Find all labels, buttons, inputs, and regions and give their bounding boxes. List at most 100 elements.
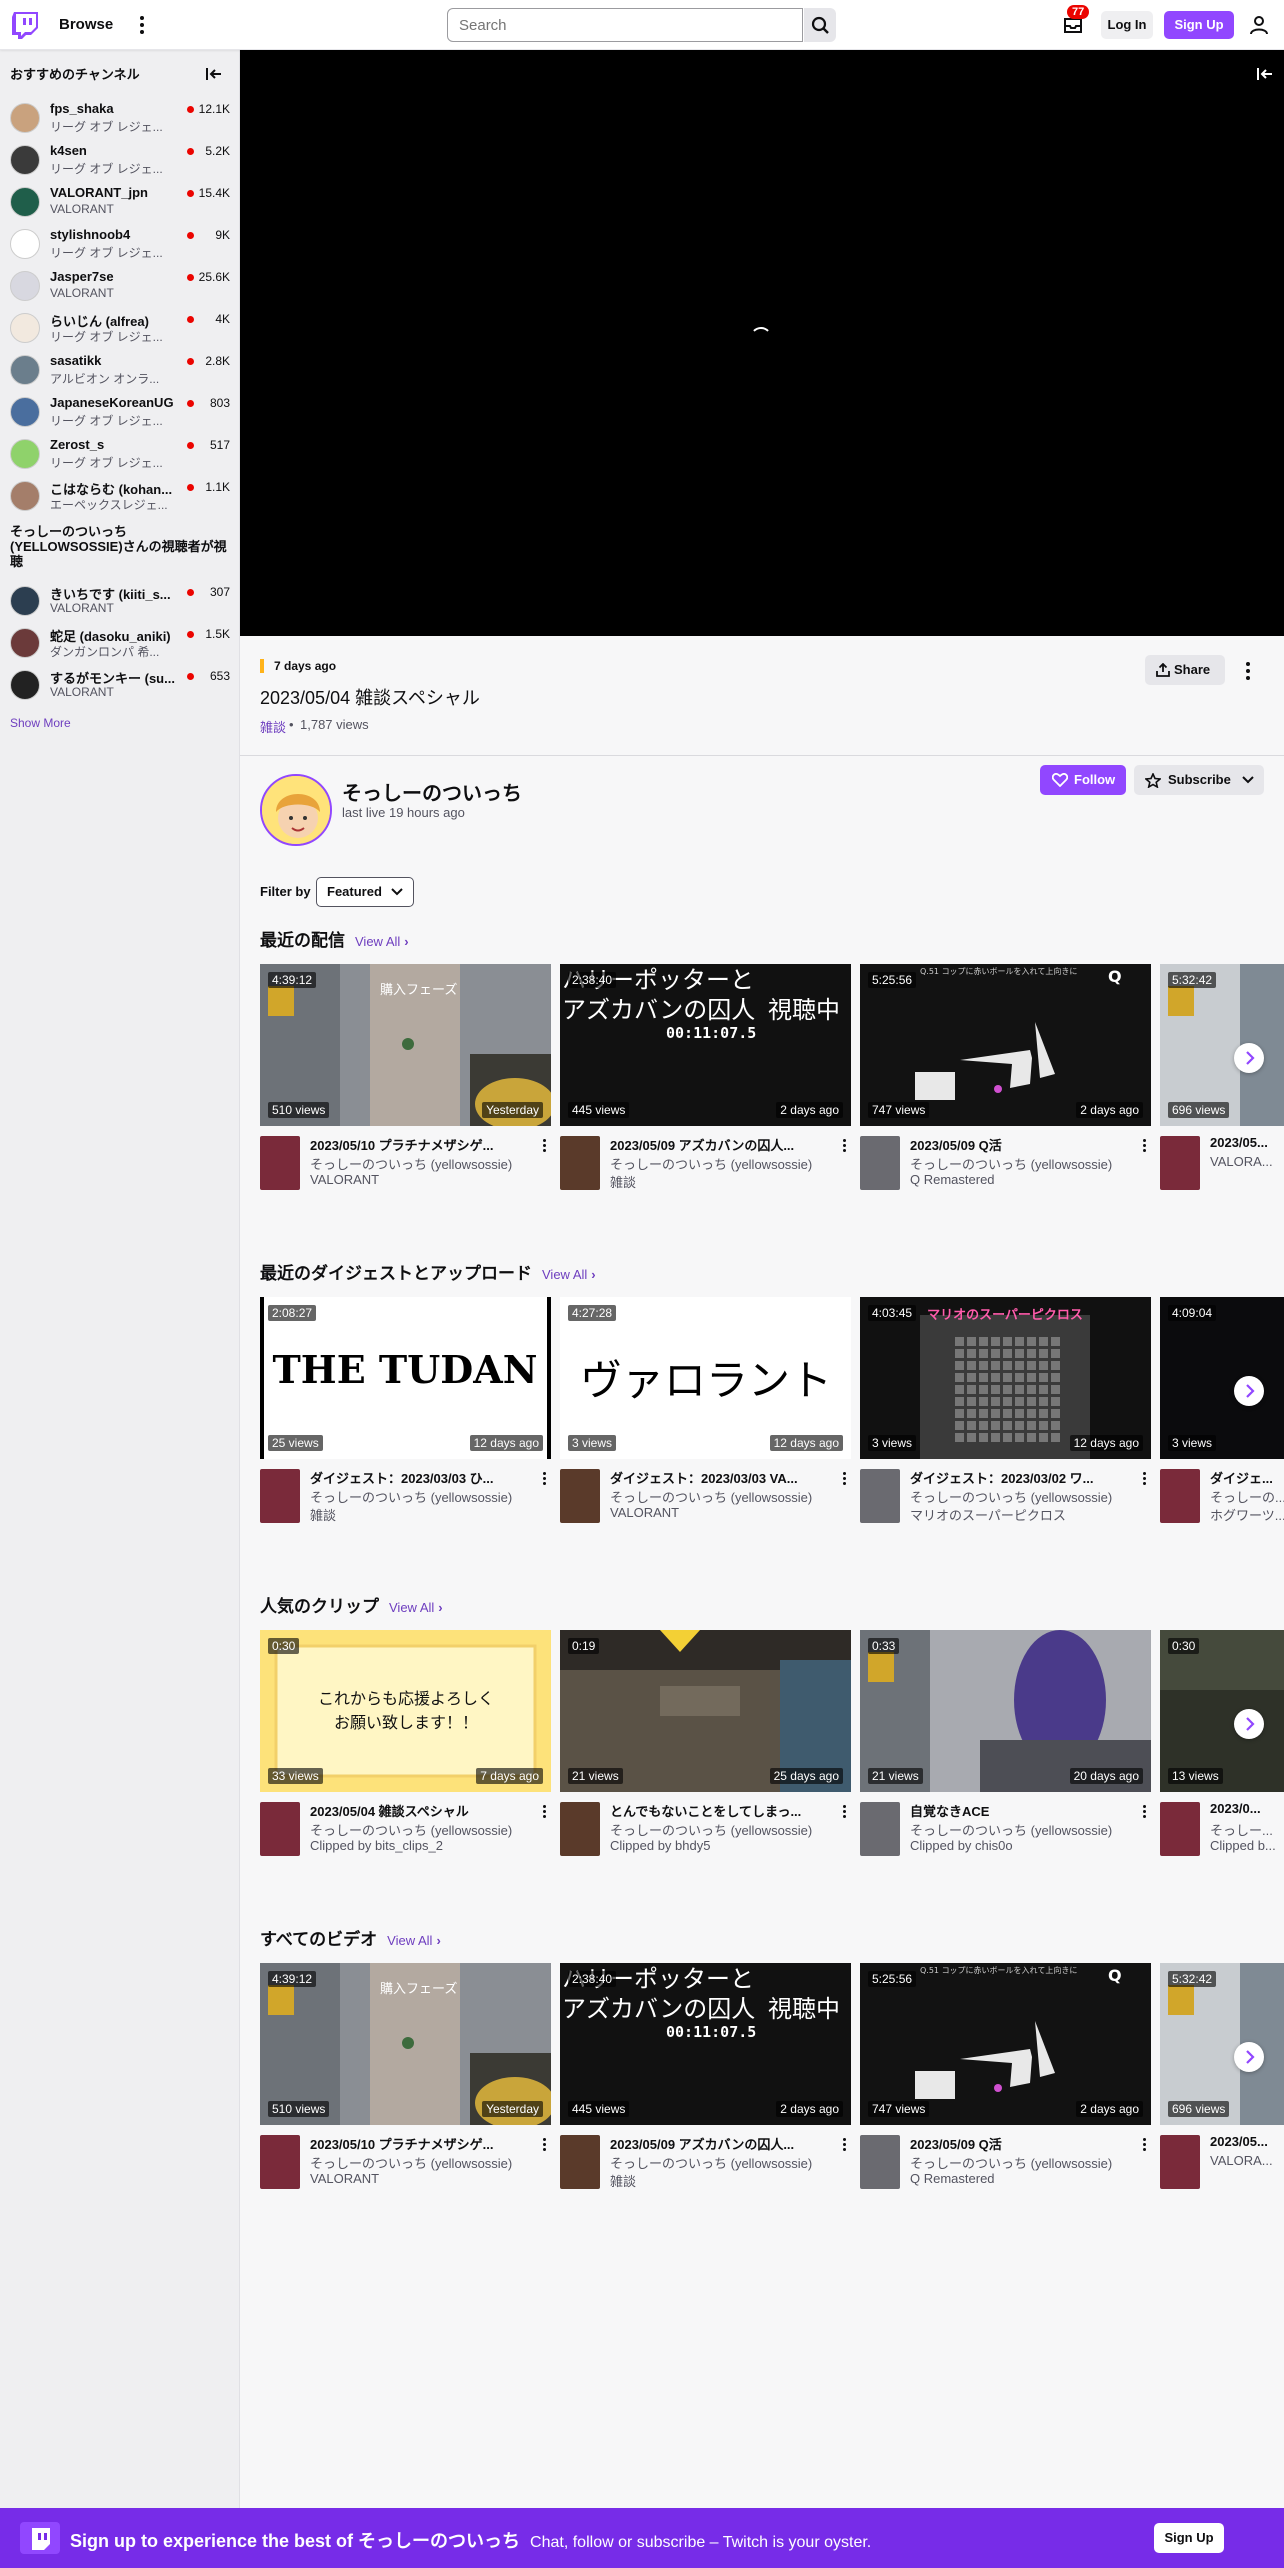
video-player[interactable] [240, 50, 1284, 636]
video-card-channel[interactable]: そっしーのついっち (yellowsossie) [310, 2153, 535, 2172]
video-thumbnail[interactable]: ヴァロラント 4:27:28 3 views 12 days ago [560, 1297, 851, 1459]
twitch-logo-icon[interactable] [12, 11, 38, 39]
video-card-channel[interactable]: そっしーのついっち (yellowsossie) [910, 2153, 1135, 2172]
video-card-title[interactable]: 2023/05... [1210, 2134, 1284, 2149]
sidebar-channel[interactable]: VALORANT_jpn VALORANT 15.4K [0, 178, 240, 220]
expand-chat-icon[interactable] [1256, 66, 1274, 82]
video-thumbnail[interactable]: これからも応援よろしく お願い致します！！ 0:30 33 views 7 days a… [260, 1630, 551, 1792]
video-card-title[interactable]: 2023/05/09 Q活 [910, 1135, 1135, 1154]
video-card-title[interactable]: 2023/05/10 プラチナメザシゲ... [310, 1135, 535, 1154]
card-more-icon[interactable] [539, 1803, 549, 1819]
carousel-next-button[interactable] [1234, 1376, 1264, 1406]
channel-avatar[interactable] [260, 774, 332, 846]
card-channel-avatar[interactable] [260, 1469, 300, 1523]
card-channel-avatar[interactable] [560, 1136, 600, 1190]
video-card[interactable]: ハリーポッターと アズカバンの囚人 視聴中 00:11:07.5 2:38:40 445 … [560, 1963, 851, 2203]
browse-link[interactable]: Browse [59, 16, 113, 33]
card-channel-avatar[interactable] [1160, 1136, 1200, 1190]
video-card-game[interactable]: VALORANT [310, 1172, 535, 1187]
video-thumbnail[interactable]: 5:32:42 696 views [1160, 1963, 1284, 2125]
card-more-icon[interactable] [839, 1137, 849, 1153]
card-channel-avatar[interactable] [260, 2135, 300, 2189]
sidebar-channel[interactable]: JapaneseKoreanUG リーグ オブ レジェ... 803 [0, 388, 240, 430]
video-card-channel[interactable]: そっしーのついっち (yellowsossie) [910, 1820, 1135, 1839]
video-card-title[interactable]: ダイジェ... [1210, 1468, 1284, 1487]
video-card-channel[interactable]: そっしーのついっち (yellowsossie) [610, 1820, 835, 1839]
video-card-title[interactable]: ダイジェスト：2023/03/02 ワ... [910, 1468, 1135, 1487]
video-card-title[interactable]: ダイジェスト：2023/03/03 VA... [610, 1468, 835, 1487]
view-all-link[interactable]: View All [355, 934, 400, 949]
card-more-icon[interactable] [839, 2136, 849, 2152]
login-button[interactable]: Log In [1101, 11, 1153, 39]
video-card-title[interactable]: 2023/05/09 アズカバンの囚人... [610, 2134, 835, 2153]
video-card-game[interactable]: 雑談 [610, 2171, 835, 2190]
video-card-game[interactable]: Clipped by bits_clips_2 [310, 1838, 535, 1853]
video-card-game[interactable]: VALORANT [310, 2171, 535, 2186]
video-card[interactable]: マリオのスーパーピクロス 4:03:45 3 views 12 days ago ダイジ… [860, 1297, 1151, 1537]
card-more-icon[interactable] [1139, 1803, 1149, 1819]
video-card[interactable]: ハリーポッターと アズカバンの囚人 視聴中 00:11:07.5 2:38:40 445 … [560, 964, 851, 1204]
video-card-channel[interactable]: そっしーのついっち (yellowsossie) [310, 1154, 535, 1173]
card-channel-avatar[interactable] [860, 2135, 900, 2189]
video-card[interactable]: 4:09:04 3 views ダイジェ... そっしーの... ホグワーツ... [1160, 1297, 1284, 1537]
search-input[interactable] [447, 8, 803, 42]
user-icon[interactable] [1247, 13, 1271, 37]
card-channel-avatar[interactable] [560, 1469, 600, 1523]
card-more-icon[interactable] [539, 2136, 549, 2152]
video-card-channel[interactable]: VALORA... [1210, 2153, 1284, 2168]
video-card-channel[interactable]: そっしーのついっち (yellowsossie) [910, 1154, 1135, 1173]
card-channel-avatar[interactable] [860, 1136, 900, 1190]
card-channel-avatar[interactable] [560, 1802, 600, 1856]
video-card-title[interactable]: ダイジェスト：2023/03/03 ひ... [310, 1468, 535, 1487]
video-card-game[interactable]: Clipped b... [1210, 1838, 1284, 1853]
sidebar-channel[interactable]: stylishnoob4 リーグ オブ レジェ... 9K [0, 220, 240, 262]
card-channel-avatar[interactable] [860, 1469, 900, 1523]
video-card-channel[interactable]: そっしーのついっち (yellowsossie) [910, 1487, 1135, 1506]
card-channel-avatar[interactable] [260, 1136, 300, 1190]
filter-select[interactable]: Featured [316, 877, 414, 907]
video-card[interactable]: 0:33 21 views 20 days ago 自覚なきACE そっしーのついっち … [860, 1630, 1151, 1870]
sidebar-channel[interactable]: きいちです (kiiti_s... VALORANT 307 [0, 577, 240, 619]
video-thumbnail[interactable]: Q.51 コップに赤いボールを入れて上向きに Q 5:25:56 747 views 2… [860, 964, 1151, 1126]
banner-signup-button[interactable]: Sign Up [1154, 2523, 1224, 2553]
video-card[interactable]: 購入フェーズ 4:39:12 510 views Yesterday 2023/05/1… [260, 964, 551, 1204]
video-card-title[interactable]: 2023/05/04 雑談スペシャル [310, 1801, 535, 1820]
subscribe-button[interactable]: Subscribe [1134, 765, 1264, 795]
video-card[interactable]: Q.51 コップに赤いボールを入れて上向きに Q 5:25:56 747 views 2… [860, 1963, 1151, 2203]
card-more-icon[interactable] [1139, 2136, 1149, 2152]
video-card-channel[interactable]: VALORA... [1210, 1154, 1284, 1169]
show-more-link[interactable]: Show More [10, 716, 71, 730]
video-card[interactable]: これからも応援よろしく お願い致します！！ 0:30 33 views 7 days a… [260, 1630, 551, 1870]
video-thumbnail[interactable]: 0:30 13 views [1160, 1630, 1284, 1792]
carousel-next-button[interactable] [1234, 1043, 1264, 1073]
video-card-title[interactable]: 自覚なきACE [910, 1801, 1135, 1820]
video-card-game[interactable]: VALORANT [610, 1505, 835, 1520]
video-thumbnail[interactable]: THE TUDAN 2:08:27 25 views 12 days ago [260, 1297, 551, 1459]
collapse-icon[interactable] [205, 66, 223, 82]
sidebar-channel[interactable]: 蛇足 (dasoku_aniki) ダンガンロンパ 希... 1.5K [0, 619, 240, 661]
video-card-game[interactable]: Clipped by bhdy5 [610, 1838, 835, 1853]
video-card-channel[interactable]: そっしーのついっち (yellowsossie) [310, 1820, 535, 1839]
video-thumbnail[interactable]: 4:09:04 3 views [1160, 1297, 1284, 1459]
video-card-channel[interactable]: そっしーのついっち (yellowsossie) [610, 1487, 835, 1506]
video-card-game[interactable]: Q Remastered [910, 1172, 1135, 1187]
view-all-link[interactable]: View All [542, 1267, 587, 1282]
video-category-link[interactable]: 雑談 [260, 717, 286, 736]
card-channel-avatar[interactable] [1160, 1469, 1200, 1523]
card-more-icon[interactable] [539, 1470, 549, 1486]
video-card-title[interactable]: 2023/0... [1210, 1801, 1284, 1816]
card-more-icon[interactable] [539, 1137, 549, 1153]
follow-button[interactable]: Follow [1040, 765, 1126, 795]
video-thumbnail[interactable]: 0:33 21 views 20 days ago [860, 1630, 1151, 1792]
video-thumbnail[interactable]: ハリーポッターと アズカバンの囚人 視聴中 00:11:07.5 2:38:40 445 … [560, 964, 851, 1126]
video-card-game[interactable]: Q Remastered [910, 2171, 1135, 2186]
more-menu-icon[interactable] [134, 13, 150, 37]
video-card[interactable]: ヴァロラント 4:27:28 3 views 12 days ago ダイジェスト：20… [560, 1297, 851, 1537]
sidebar-channel[interactable]: するがモンキー (su... VALORANT 653 [0, 661, 240, 703]
video-thumbnail[interactable]: 購入フェーズ 4:39:12 510 views Yesterday [260, 1963, 551, 2125]
video-thumbnail[interactable]: 0:19 21 views 25 days ago [560, 1630, 851, 1792]
card-channel-avatar[interactable] [260, 1802, 300, 1856]
video-more-icon[interactable] [1240, 657, 1256, 685]
video-card[interactable]: Q.51 コップに赤いボールを入れて上向きに Q 5:25:56 747 views 2… [860, 964, 1151, 1204]
card-channel-avatar[interactable] [1160, 1802, 1200, 1856]
